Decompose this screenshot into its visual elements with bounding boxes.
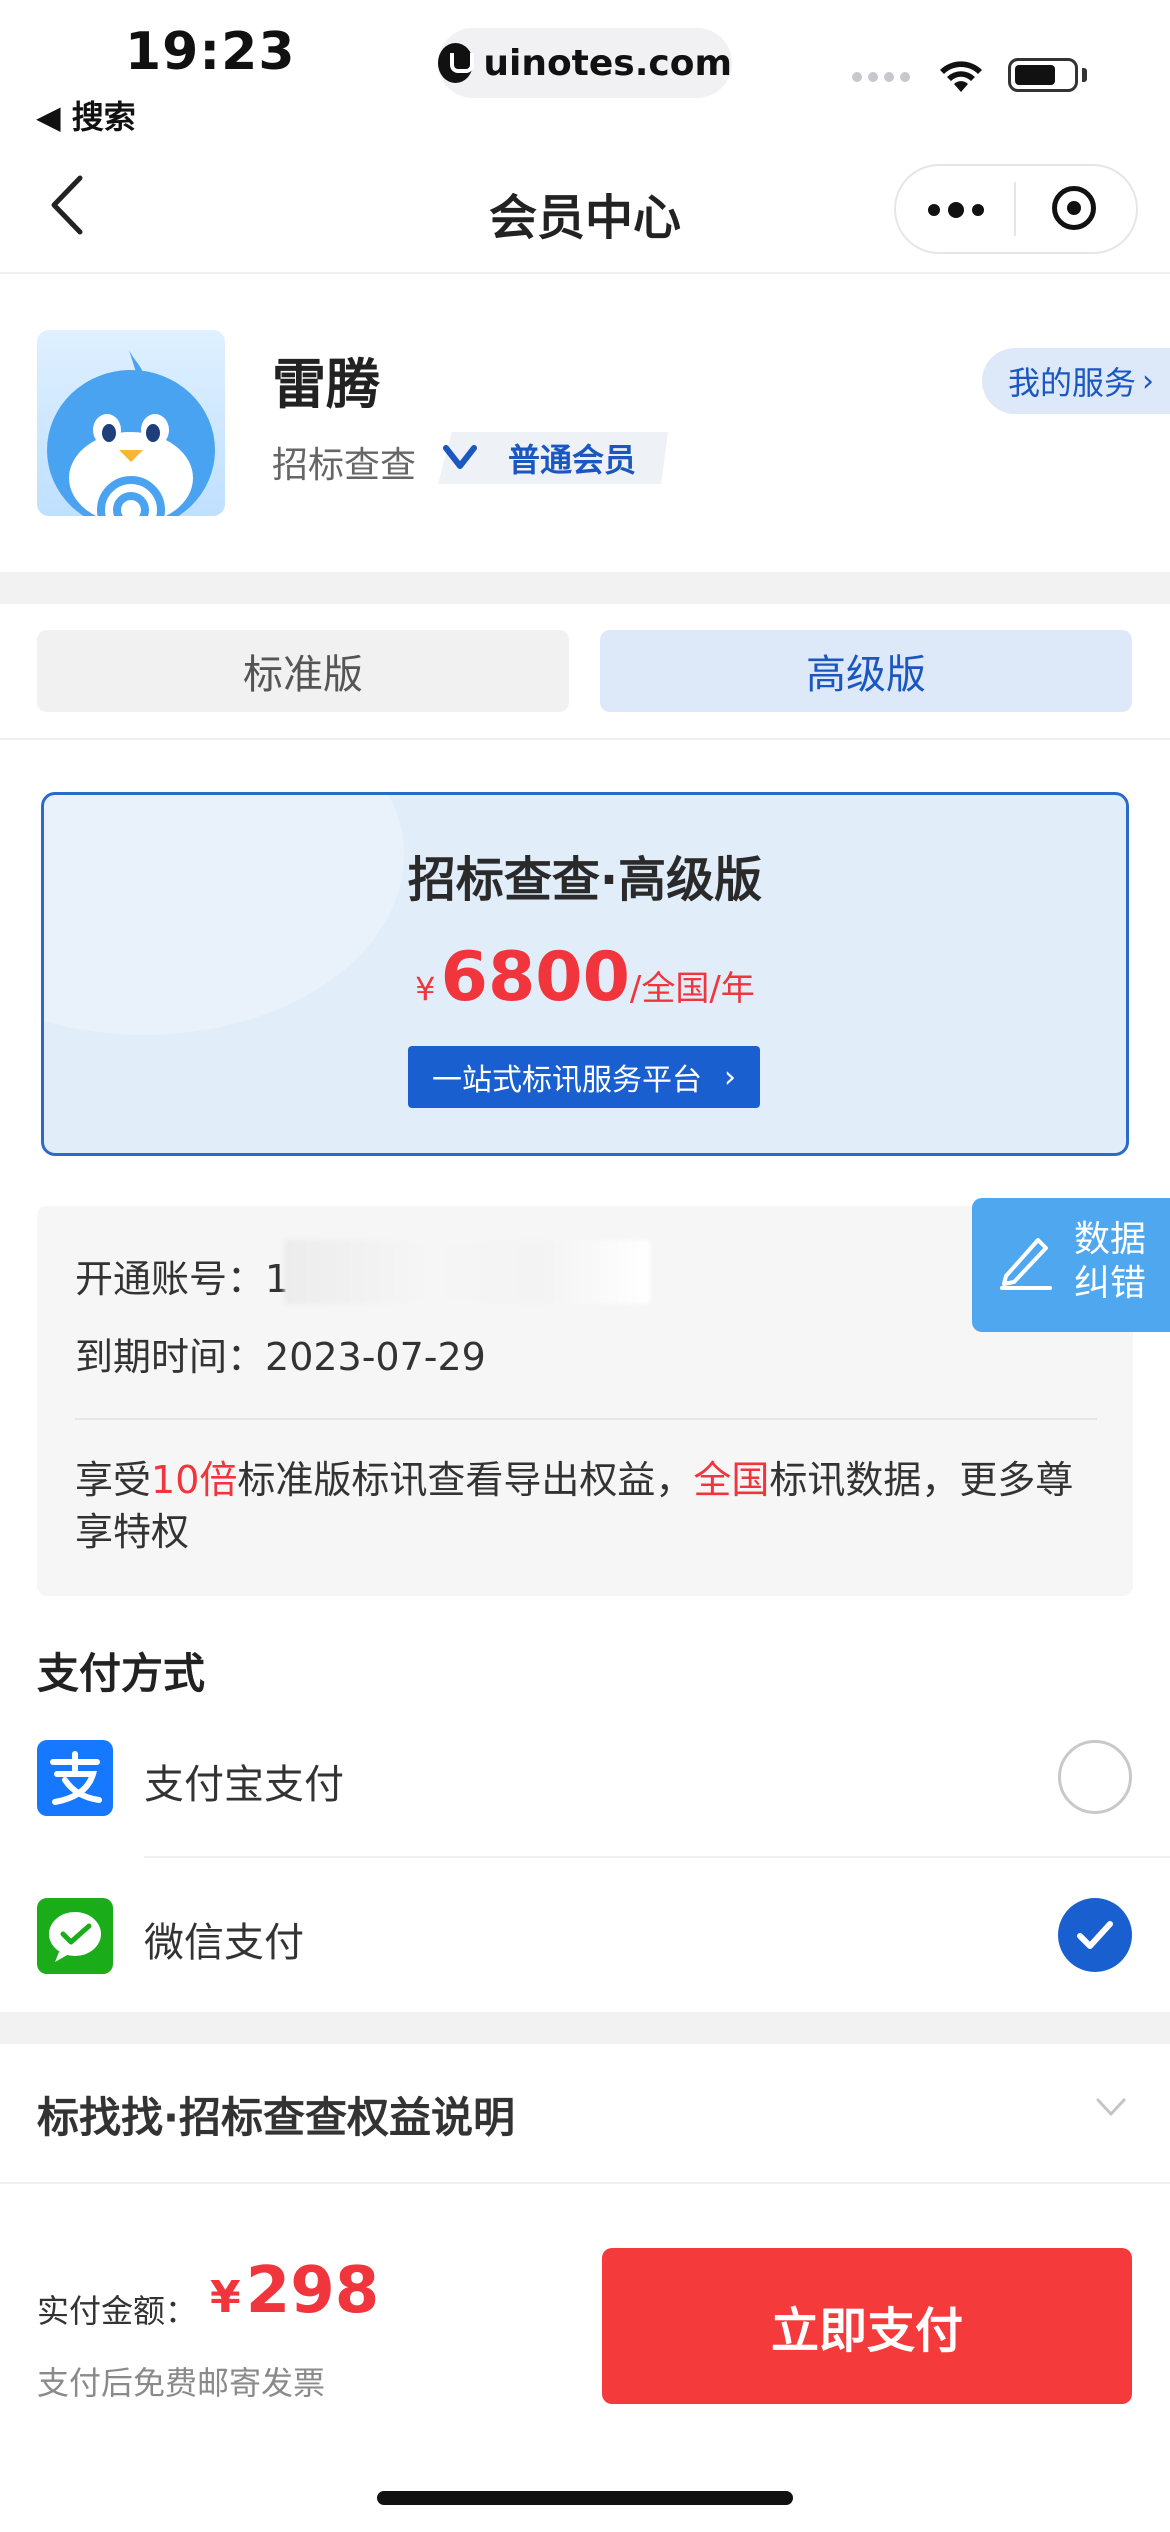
account-redacted	[284, 1240, 650, 1304]
battery-tip	[1082, 68, 1087, 82]
nav-divider	[0, 272, 1170, 274]
benefit-text: 享受	[75, 1458, 152, 1502]
payment-heading: 支付方式	[37, 1649, 206, 1698]
avatar	[37, 330, 225, 516]
account-label: 开通账号：	[75, 1257, 266, 1301]
rights-title[interactable]: 标找找·招标查查权益说明	[37, 2084, 515, 2145]
amount-value: ¥ 298	[210, 2254, 379, 2328]
wechat-pay-radio[interactable]	[1058, 1898, 1132, 1972]
user-name: 雷腾	[272, 353, 380, 416]
expiry-label: 到期时间：	[75, 1335, 266, 1379]
capsule-divider	[1014, 182, 1016, 236]
data-correction-label: 数据 纠错	[1074, 1218, 1146, 1306]
plan-price-unit: /全国/年	[629, 969, 755, 1009]
more-icon[interactable]	[928, 202, 984, 218]
my-service-label: 我的服务	[1008, 364, 1137, 402]
rights-divider	[0, 2182, 1170, 2184]
back-to-search-link[interactable]: ◀ 搜索	[36, 92, 136, 138]
amount-number: 298	[245, 2254, 380, 2328]
benefit-highlight: 10倍	[151, 1458, 238, 1502]
platform-button[interactable]: 一站式标讯服务平台 ›	[408, 1046, 760, 1108]
plan-currency: ¥	[415, 970, 436, 1008]
amount-currency: ¥	[210, 2272, 241, 2323]
url-text: uinotes.com	[483, 42, 732, 84]
payment-divider	[144, 1856, 1170, 1858]
chevron-right-icon: ›	[724, 1059, 736, 1095]
correction-line-1: 数据	[1074, 1219, 1147, 1260]
benefit-description: 享受10倍标准版标讯查看导出权益，全国标讯数据，更多尊享特权	[75, 1454, 1105, 1558]
url-pill[interactable]: uinotes.com	[438, 28, 732, 98]
site-logo-icon	[438, 43, 475, 83]
platform-button-label: 一站式标讯服务平台	[432, 1063, 702, 1098]
home-indicator	[377, 2491, 793, 2505]
section-separator	[0, 2012, 1170, 2044]
correction-line-2: 纠错	[1074, 1263, 1147, 1304]
plan-price: ¥ 6800/全国/年	[0, 938, 1170, 1017]
account-row: 开通账号：1	[75, 1248, 289, 1303]
tab-standard[interactable]: 标准版	[37, 630, 569, 712]
plan-price-value: 6800	[440, 938, 630, 1017]
alipay-icon	[37, 1740, 113, 1816]
pay-now-button[interactable]: 立即支付	[602, 2248, 1132, 2404]
benefit-text: 标准版标讯查看导出权益，	[237, 1458, 694, 1502]
benefit-highlight: 全国	[693, 1458, 770, 1502]
app-name: 招标查查	[272, 445, 417, 486]
section-separator	[0, 572, 1170, 604]
plan-title: 招标查查·高级版	[407, 852, 763, 908]
status-time: 19:23	[125, 22, 296, 82]
tab-advanced[interactable]: 高级版	[600, 630, 1132, 712]
battery-level	[1015, 65, 1055, 85]
amount-label: 实付金额：	[37, 2292, 198, 2330]
pencil-icon	[1000, 1238, 1052, 1290]
wechat-pay-icon	[37, 1898, 113, 1974]
penguin-mascot-icon	[47, 350, 215, 516]
alipay-label[interactable]: 支付宝支付	[144, 1752, 344, 1810]
member-v-icon	[443, 445, 477, 469]
alipay-radio[interactable]	[1058, 1740, 1132, 1814]
wechat-pay-label[interactable]: 微信支付	[144, 1910, 304, 1968]
expiry-value: 2023-07-29	[265, 1335, 486, 1379]
chevron-down-icon[interactable]	[1094, 2090, 1128, 2124]
tab-divider	[0, 738, 1170, 740]
wifi-icon	[940, 61, 982, 92]
checkmark-icon	[1077, 1921, 1113, 1949]
info-divider	[75, 1418, 1097, 1420]
expiry-row: 到期时间：2023-07-29	[75, 1326, 486, 1381]
invoice-note: 支付后免费邮寄发票	[37, 2364, 326, 2402]
close-miniprogram-icon[interactable]	[1052, 186, 1096, 230]
my-service-button[interactable]: 我的服务 ›	[982, 348, 1170, 414]
cellular-signal-icon	[852, 72, 910, 82]
chevron-right-icon: ›	[1142, 363, 1155, 399]
